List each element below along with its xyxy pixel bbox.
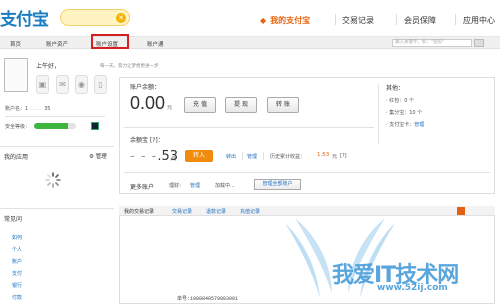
faq-item[interactable]: 支付 (12, 270, 22, 282)
link-separator (242, 152, 243, 160)
active-bullet-icon: ◆ (260, 16, 267, 25)
transfer-button[interactable]: 转 账 (267, 97, 299, 113)
email-icon[interactable]: ✉ (56, 75, 69, 94)
alipay-card-item: · 支付宝卡：管理 (386, 122, 425, 128)
section-divider (0, 146, 114, 147)
profile-divider (5, 116, 105, 117)
alipay-logo[interactable]: 支付宝 (0, 5, 49, 30)
transaction-order-number: 单号:1080840579883001 (177, 296, 239, 302)
loading-text: 加载中... (215, 183, 235, 189)
withdraw-button[interactable]: 提 现 (225, 97, 257, 113)
jifenbao-label: 集分宝：10 个 (389, 110, 423, 116)
balance-unit: 元 (167, 105, 173, 111)
safety-level-bar (34, 123, 76, 129)
greeting-text: 上午好， (36, 63, 61, 70)
watermark-url: www.52ij.com (377, 283, 448, 293)
other-divider (378, 84, 379, 144)
faq-item[interactable]: 银行 (12, 282, 22, 294)
balance-value: 0.00 (130, 93, 166, 113)
history-income-unit: 元 (332, 154, 338, 160)
faq-item[interactable]: 账户 (12, 258, 22, 270)
red-packet-label: 红包：0 个 (389, 98, 414, 104)
alipay-card-manage-link[interactable]: 管理 (414, 122, 424, 128)
nav-protection[interactable]: 会员保障 (404, 15, 436, 26)
yuebao-unit: 元 (171, 156, 177, 162)
yuebao-manage-link[interactable]: 管理 (247, 153, 257, 160)
finance-manage-link[interactable]: 管理 (190, 182, 200, 189)
greeting-subtitle: 每一天，努力让梦想更进一步 (100, 64, 159, 69)
tab-transactions[interactable]: 交易记录 (172, 208, 192, 215)
faq-list: 如何 个人 账户 支付 银行 付款 (12, 234, 22, 304)
faq-item[interactable]: 付款 (12, 294, 22, 304)
nav-my-alipay[interactable]: ◆ 我的支付宝 (260, 15, 310, 26)
subnav-home[interactable]: 首页 (10, 40, 21, 48)
close-icon[interactable] (457, 207, 465, 215)
faq-title: 常见问 (4, 216, 23, 223)
history-help-icon[interactable]: [?] (340, 153, 347, 159)
link-separator (263, 152, 264, 160)
balance-divider (124, 127, 374, 128)
more-accounts-label: 更多账户 (130, 184, 155, 191)
yuebao-label: 余额宝 [?]： (130, 137, 164, 144)
mobile-icon[interactable]: ▯ (94, 75, 107, 94)
my-apps-manage[interactable]: ⚙ 管理 (89, 152, 107, 160)
transfer-out-link[interactable]: 转出 (226, 153, 236, 160)
history-income-value: 1.53 (317, 152, 330, 158)
identity-icon[interactable]: ▣ (36, 75, 49, 94)
nav-transactions[interactable]: 交易记录 (342, 15, 374, 26)
faq-item[interactable]: 如何 (12, 234, 22, 246)
loading-spinner-icon (45, 172, 61, 188)
my-apps-manage-label: 管理 (95, 154, 107, 160)
safety-label: 安全等级： (5, 124, 31, 130)
jifenbao-item[interactable]: · 集分宝：10 个 (386, 109, 422, 116)
finance-label: 理财： (169, 183, 185, 189)
tab-refunds[interactable]: 退款记录 (206, 208, 226, 215)
sub-navigation: 首页 账户资产 账户设置 账户通 输入关键字，如："密码" (0, 36, 500, 49)
search-icon[interactable]: ✕ (116, 13, 126, 23)
subnav-account-link[interactable]: 账户通 (147, 40, 164, 48)
nav-my-alipay-label: 我的支付宝 (270, 16, 311, 25)
top-header: 支付宝 ✕ ◆ 我的支付宝 交易记录 会员保障 应用中心 (0, 0, 500, 36)
account-name-label: 账户名：1 (5, 106, 29, 112)
account-name-suffix: 35 (44, 106, 51, 112)
header-search[interactable]: ✕ (60, 9, 130, 26)
transfer-in-button[interactable]: 转入 (185, 150, 213, 162)
safety-level-fill (34, 123, 68, 129)
nav-app-center[interactable]: 应用中心 (463, 15, 495, 26)
account-name: 账户名：1 ........ 35 (5, 106, 51, 112)
avatar[interactable] (4, 58, 28, 92)
safety-shield-icon[interactable] (91, 122, 99, 130)
balance-panel (119, 77, 495, 194)
red-packet-item[interactable]: · 红包：0 个 (386, 97, 414, 104)
my-apps-title: 我的应用 (4, 154, 29, 161)
nav-separator (335, 14, 336, 25)
other-title: 其他： (386, 85, 405, 92)
gear-icon: ⚙ (89, 154, 94, 160)
recharge-button[interactable]: 充 值 (184, 97, 216, 113)
manage-all-accounts-button[interactable]: 管理全部账户 (254, 179, 301, 190)
section-divider (0, 208, 114, 209)
tab-recharges[interactable]: 充值记录 (240, 208, 260, 215)
alipay-card-label: 支付宝卡： (389, 122, 415, 128)
help-search-button[interactable] (474, 39, 484, 47)
help-search-input[interactable]: 输入关键字，如："密码" (392, 39, 472, 47)
balance-label: 账户余额： (130, 84, 161, 91)
more-divider (124, 172, 490, 173)
history-income-label: 历史累计收益： (270, 154, 306, 160)
subnav-assets[interactable]: 账户资产 (46, 40, 68, 48)
settings-highlight-box (91, 34, 129, 49)
tab-my-transactions[interactable]: 我的交易记录 (124, 208, 154, 215)
nav-separator (396, 14, 397, 25)
nav-separator (455, 14, 456, 25)
verified-icon[interactable]: ◉ (75, 75, 88, 94)
faq-item[interactable]: 个人 (12, 246, 22, 258)
